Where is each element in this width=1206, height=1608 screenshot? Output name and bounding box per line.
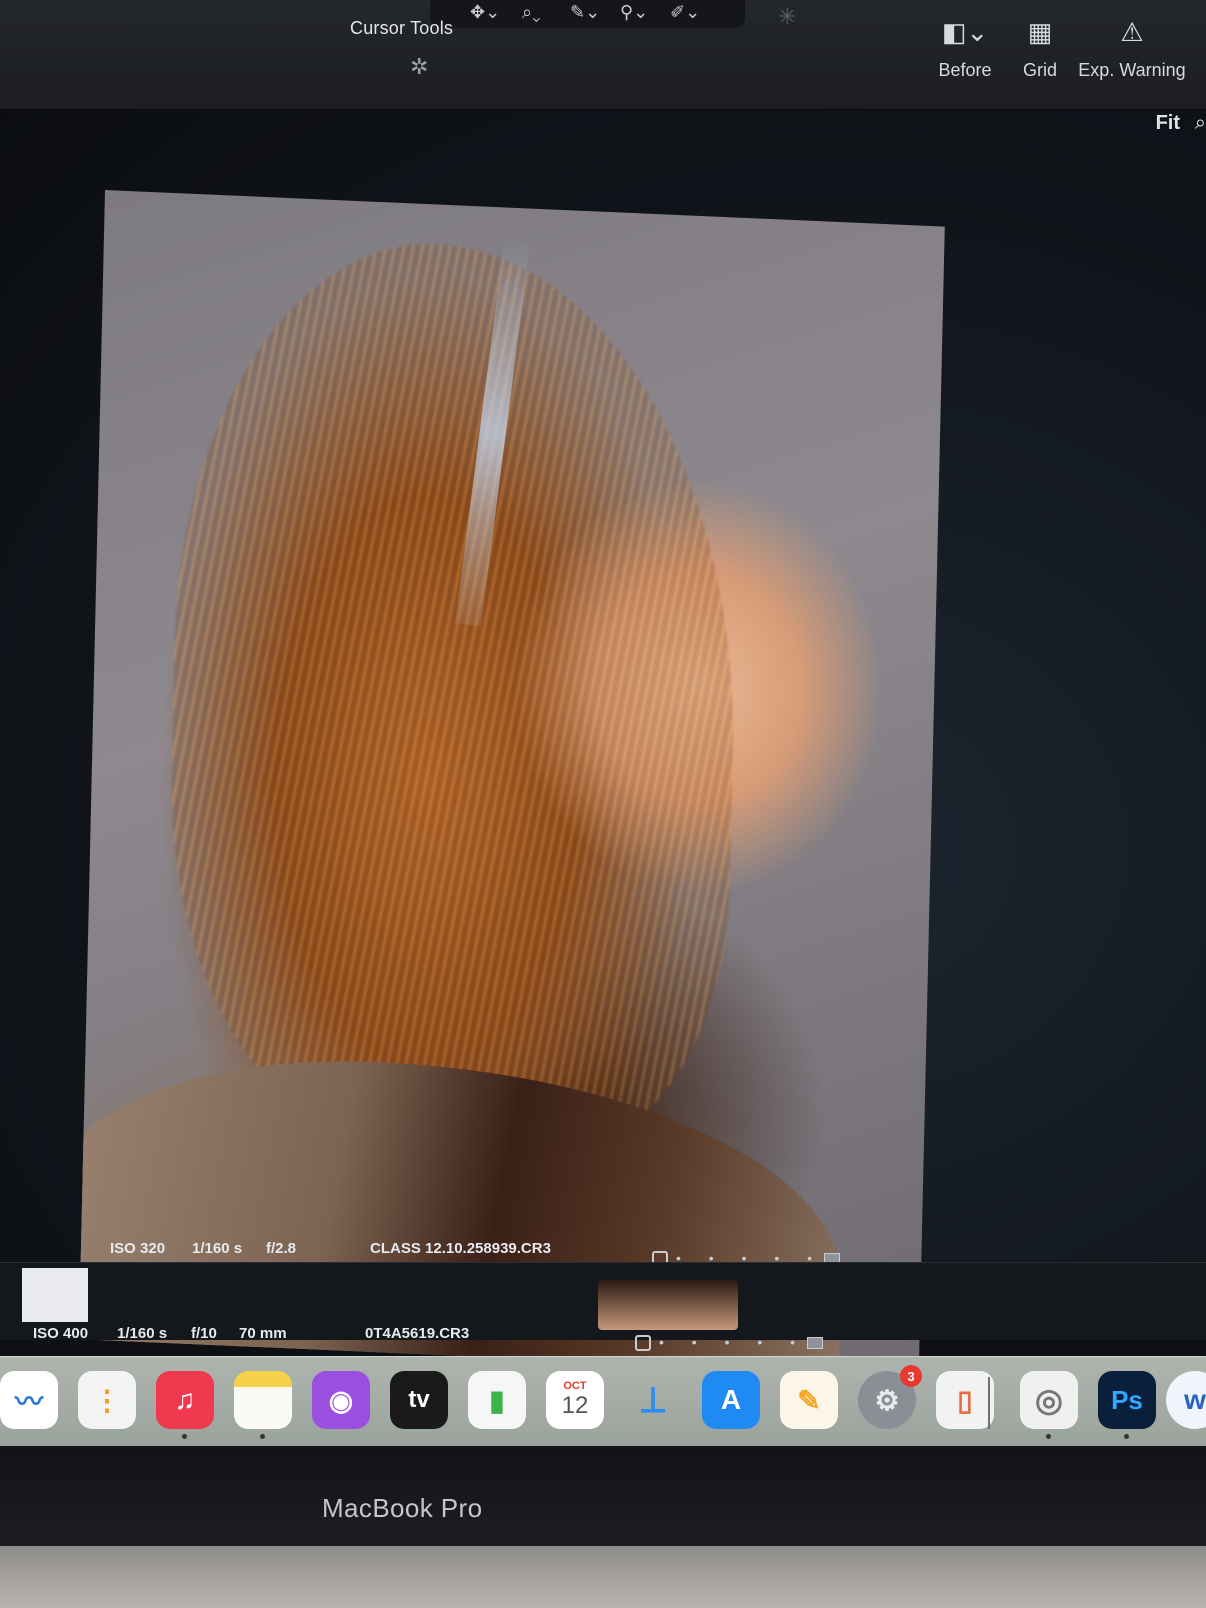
apple-tv-icon: tv (408, 1386, 430, 1413)
dock-iphone-mirroring[interactable]: ▯ (936, 1371, 994, 1429)
calendar-day: 12 (561, 1392, 589, 1419)
cursor-tools-group: ✥⌄ ⌕⌄ ✎⌄ ⚲⌄ ✐⌄ (430, 0, 745, 28)
dock-freeform[interactable]: 〰 (0, 1371, 58, 1429)
current-shutter: 1/160 s (192, 1240, 243, 1257)
grid-button[interactable]: ▦ Grid (1010, 12, 1070, 81)
exposure-warning-button[interactable]: ⚠ Exp. Warning (1072, 12, 1192, 81)
running-indicator (1046, 1434, 1051, 1439)
word-icon: w (1184, 1384, 1206, 1415)
running-indicator (1124, 1434, 1129, 1439)
keynote-icon: ⟂ (640, 1378, 665, 1420)
dock-word[interactable]: w (1166, 1371, 1206, 1429)
next-aperture: f/10 (191, 1325, 217, 1342)
pan-tool-icon[interactable]: ✥⌄ (470, 2, 500, 23)
dock-system-settings[interactable]: ⚙ 3 (858, 1365, 922, 1429)
loading-icon: ✳ (778, 4, 797, 29)
before-button[interactable]: ◧⌄ Before (930, 12, 1000, 81)
dock-separator (988, 1377, 990, 1429)
thumbnail-blank[interactable] (22, 1268, 88, 1322)
app-store-icon: A (720, 1384, 742, 1415)
grid-icon: ▦ (1027, 16, 1053, 47)
grid-label: Grid (1022, 60, 1057, 80)
notification-badge: 3 (900, 1365, 922, 1387)
color-tag-icon[interactable] (807, 1337, 824, 1350)
podcasts-icon: ◉ (328, 1384, 354, 1416)
zoom-fit-label[interactable]: Fit (1156, 112, 1180, 135)
next-filename: 0T4A5619.CR3 (365, 1325, 470, 1342)
dock-podcasts[interactable]: ◉ (312, 1371, 370, 1429)
iphone-mirroring-icon: ▯ (957, 1384, 973, 1416)
select-checkbox-icon[interactable] (635, 1335, 651, 1352)
dock-calendar[interactable]: OCT 12 (546, 1371, 604, 1429)
eyedropper-tool-icon[interactable]: ⚲⌄ (620, 2, 648, 23)
current-filename: CLASS 12.10.258939.CR3 (370, 1240, 551, 1257)
current-aperture: f/2.8 (266, 1240, 297, 1257)
next-rating-dots[interactable]: • • • • • (635, 1334, 824, 1352)
before-after-icon: ◧⌄ (941, 16, 989, 47)
dock-music[interactable]: ♫ (156, 1371, 214, 1439)
running-indicator (260, 1434, 265, 1439)
dock-apple-tv[interactable]: tv (390, 1371, 448, 1429)
eraser-tool-icon[interactable]: ✐⌄ (670, 2, 700, 23)
photoshop-icon: Ps (1111, 1384, 1143, 1415)
photo-hair-region (163, 233, 744, 1158)
dock-photoshop[interactable]: Ps (1098, 1371, 1156, 1439)
music-icon: ♫ (174, 1384, 196, 1415)
cursor-tools-label: Cursor Tools (350, 18, 454, 38)
laptop-body (0, 1546, 1206, 1608)
viewer-toolbar: ✥⌄ ⌕⌄ ✎⌄ ⚲⌄ ✐⌄ Cursor Tools ✲ ✳ ◧⌄ Befor… (0, 0, 1206, 110)
running-indicator (182, 1434, 187, 1439)
dock-capture-one[interactable]: ◎ (1020, 1371, 1078, 1439)
dock-notes[interactable] (234, 1371, 292, 1439)
dock-keynote[interactable]: ⟂ (624, 1371, 682, 1429)
current-iso: ISO 320 (110, 1240, 166, 1257)
dock-pages[interactable]: ✎ (780, 1371, 838, 1429)
next-focal-length: 70 mm (239, 1325, 287, 1342)
cursor-activity-icon: ✲ (410, 54, 429, 79)
dock-numbers[interactable]: ▮ (468, 1371, 526, 1429)
loupe-tool-icon[interactable]: ⌕⌄ (522, 2, 541, 23)
dock: 〰 ⋮ ♫ ◉ tv ▮ OCT 12 ⟂ A ✎ ⚙ 3 ▯ ◎ Ps w (0, 1356, 1206, 1446)
before-label: Before (938, 60, 992, 80)
freeform-icon: 〰 (14, 1386, 43, 1417)
thumbnail-next[interactable] (598, 1280, 738, 1330)
zoom-icon[interactable]: ⌕ (1195, 112, 1206, 135)
dock-app-store[interactable]: A (702, 1371, 760, 1429)
image-viewer (0, 110, 1206, 1376)
dock-reminders[interactable]: ⋮ (78, 1371, 136, 1429)
device-model-label: MacBook Pro (322, 1493, 483, 1523)
brush-tool-icon[interactable]: ✎⌄ (570, 2, 600, 23)
next-shutter: 1/160 s (117, 1325, 168, 1342)
pages-icon: ✎ (797, 1384, 821, 1416)
reminders-icon: ⋮ (93, 1384, 121, 1416)
laptop-bezel (0, 1446, 1206, 1546)
portrait-photo (78, 190, 945, 1376)
numbers-chart-icon: ▮ (489, 1384, 505, 1416)
warning-triangle-icon: ⚠ (1120, 16, 1144, 47)
exp-warning-label: Exp. Warning (1078, 60, 1186, 80)
calendar-month: OCT (563, 1380, 587, 1392)
gear-icon: ⚙ (874, 1384, 900, 1416)
capture-one-icon: ◎ (1035, 1382, 1063, 1418)
next-iso: ISO 400 (33, 1325, 89, 1342)
